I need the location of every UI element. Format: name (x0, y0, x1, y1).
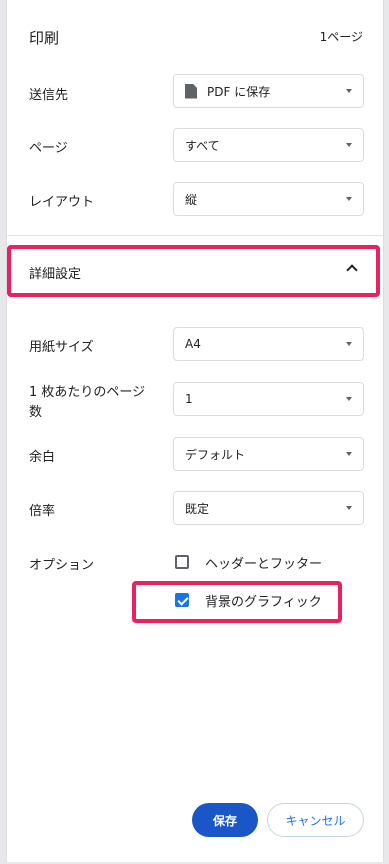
layout-value: 縦 (185, 192, 198, 207)
layout-label: レイアウト (29, 195, 95, 210)
background-graphics-checkbox[interactable] (175, 593, 189, 607)
pages-per-sheet-label-line1: 1 枚あたりのページ (29, 385, 146, 400)
dropdown-arrow-icon (346, 506, 352, 510)
background-graphics-label[interactable]: 背景のグラフィック (205, 591, 322, 610)
scale-label: 倍率 (29, 504, 56, 519)
destination-label: 送信先 (29, 88, 69, 103)
section-divider (7, 235, 384, 236)
print-panel: 印刷 1ページ 送信先 PDF に保存 ページ すべて レイアウト 縦 詳細設定… (6, 0, 384, 862)
pages-value: すべて (185, 138, 220, 153)
paper-size-label: 用紙サイズ (29, 340, 94, 355)
scale-select[interactable]: 既定 (173, 491, 364, 525)
dropdown-arrow-icon (346, 342, 352, 346)
destination-value: PDF に保存 (207, 84, 271, 99)
dropdown-arrow-icon (346, 197, 352, 201)
cancel-button[interactable]: キャンセル (267, 803, 364, 837)
pages-per-sheet-select[interactable]: 1 (173, 382, 364, 416)
options-label: オプション (29, 558, 95, 573)
margins-value: デフォルト (185, 447, 246, 462)
details-toggle-label[interactable]: 詳細設定 (29, 263, 81, 282)
pages-label: ページ (29, 141, 68, 156)
pages-per-sheet-label-line2: 数 (29, 405, 43, 420)
dropdown-arrow-icon (346, 143, 352, 147)
dropdown-arrow-icon (346, 397, 352, 401)
headers-footers-checkbox[interactable] (175, 555, 189, 569)
dropdown-arrow-icon (346, 89, 352, 93)
paper-size-select[interactable]: A4 (173, 327, 364, 361)
page-count: 1ページ (319, 30, 363, 44)
margins-label: 余白 (29, 450, 56, 465)
scale-value: 既定 (185, 501, 210, 516)
pages-select[interactable]: すべて (173, 128, 364, 162)
paper-size-value: A4 (185, 337, 201, 351)
dropdown-arrow-icon (346, 452, 352, 456)
save-button[interactable]: 保存 (192, 803, 258, 837)
headers-footers-label[interactable]: ヘッダーとフッター (205, 553, 322, 572)
destination-select[interactable]: PDF に保存 (173, 74, 364, 108)
file-icon (185, 83, 197, 99)
layout-select[interactable]: 縦 (173, 182, 364, 216)
pages-per-sheet-value: 1 (185, 392, 193, 406)
print-title: 印刷 (29, 29, 60, 47)
margins-select[interactable]: デフォルト (173, 437, 364, 471)
